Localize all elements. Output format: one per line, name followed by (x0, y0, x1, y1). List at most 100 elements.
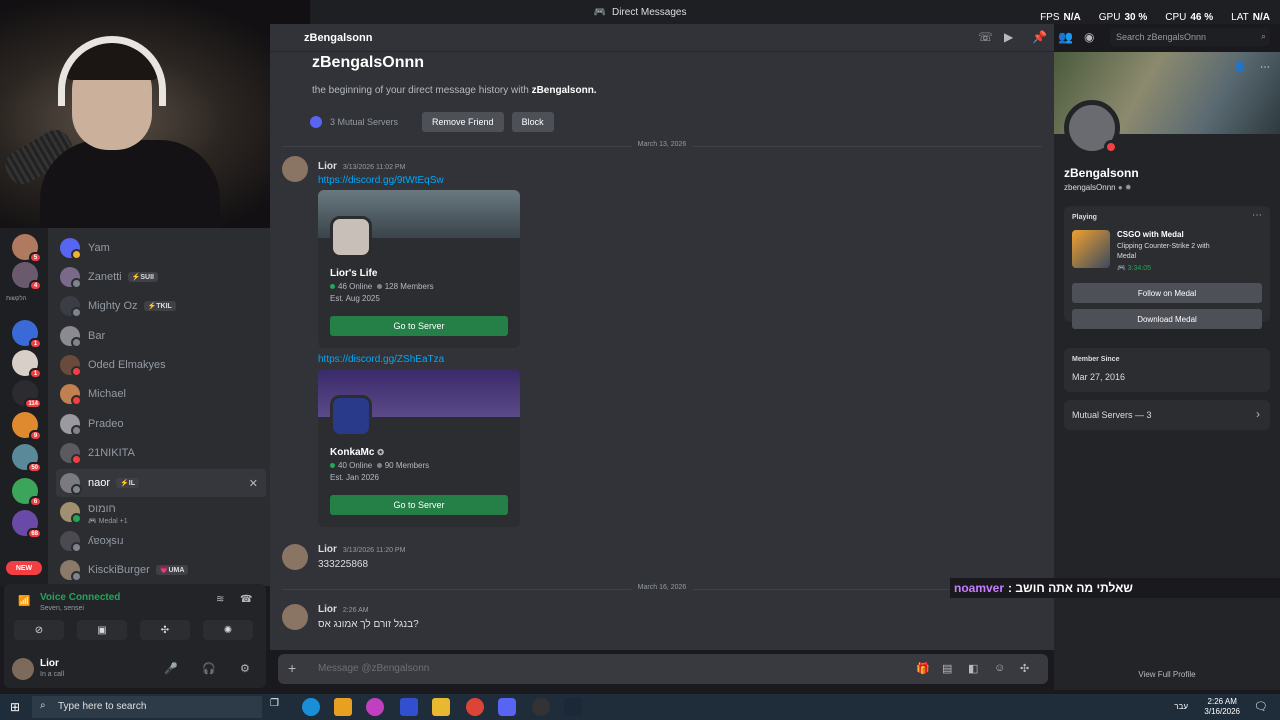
dm-item[interactable]: 21NIKITA (56, 439, 266, 467)
profile-icon[interactable]: ◉ (1084, 30, 1094, 44)
dm-name: Oded Elmakyes (88, 359, 166, 371)
voice-channel[interactable]: Seven, sensei (40, 605, 84, 612)
download-medal-button[interactable]: Download Medal (1072, 309, 1262, 329)
mic-icon[interactable]: 🎤 (164, 662, 178, 675)
follow-on-medal-button[interactable]: Follow on Medal (1072, 283, 1262, 303)
discord-taskbar-icon[interactable] (498, 698, 516, 716)
server-icon[interactable]: 5 (12, 234, 42, 263)
user-name[interactable]: Lior (40, 658, 59, 669)
gif-icon[interactable]: ▤ (942, 662, 952, 675)
office-icon[interactable] (400, 698, 418, 716)
dm-item[interactable]: Mighty Oz ⚡TKIL (56, 292, 266, 320)
server-icon[interactable]: 9 (12, 412, 42, 441)
pin-icon[interactable]: 📌 (1032, 30, 1047, 44)
dm-item[interactable]: ʎɐoʞsıɹ (56, 527, 266, 555)
windows-start-icon[interactable]: ⊞ (10, 700, 20, 714)
server-icon[interactable]: 1 (12, 350, 42, 379)
mutual-servers-row[interactable]: Mutual Servers — 3 › (1064, 400, 1270, 430)
game-description: Clipping Counter-Strike 2 with Medal (1117, 243, 1210, 260)
dm-item[interactable]: Yam (56, 234, 266, 262)
search-icon: ⌕ (40, 700, 46, 711)
task-view-icon[interactable]: ❐ (270, 698, 288, 716)
invite-server-name: KonkaMc ✪ (330, 447, 384, 458)
invite-stats: 40 Online 90 Members (330, 461, 429, 470)
voice-call-icon[interactable]: ☏ (978, 30, 993, 44)
view-full-profile-link[interactable]: View Full Profile (1054, 670, 1280, 679)
server-icon[interactable]: 1 (12, 320, 42, 349)
invite-card: KonkaMc ✪ 40 Online 90 Members Est. Jan … (318, 369, 520, 527)
message-author[interactable]: Lior 3/13/2026 11:02 PM (318, 161, 405, 172)
game-elapsed: 🎮 3:34:05 (1117, 265, 1152, 272)
video-call-icon[interactable]: ▶ (1004, 30, 1013, 44)
server-icon[interactable]: 6 (12, 478, 42, 507)
dm-item-selected[interactable]: naor ⚡IL ✕ (56, 469, 266, 497)
disconnect-icon[interactable]: ☎ (240, 594, 252, 605)
sticker-icon[interactable]: ◧ (968, 662, 978, 675)
dm-item[interactable]: Michael (56, 380, 266, 408)
soundboard-icon[interactable]: ✺ (203, 620, 253, 640)
apps-icon[interactable]: ✣ (1020, 662, 1029, 675)
clock[interactable]: 2:26 AM 3/16/2026 (1204, 697, 1240, 717)
activities-icon[interactable]: ✣ (140, 620, 190, 640)
server-icon[interactable]: 50 (12, 444, 42, 473)
add-friend-icon[interactable]: 👤 (1234, 62, 1246, 73)
chat-header-name[interactable]: zBengalsonn (304, 32, 372, 44)
block-button[interactable]: Block (511, 112, 554, 132)
language-indicator[interactable]: עבר (1174, 702, 1188, 711)
emoji-icon[interactable]: ☺ (994, 662, 1005, 674)
notifications-icon[interactable]: 🗨 (1254, 700, 1268, 713)
search-input[interactable]: Search zBengalsOnnn ⌕ (1110, 28, 1270, 46)
message-avatar[interactable] (282, 604, 308, 630)
screen-share-icon[interactable]: ▣ (77, 620, 127, 640)
message-author[interactable]: Lior 3/13/2026 11:20 PM (318, 544, 405, 555)
voice-status[interactable]: Voice Connected (40, 592, 120, 603)
go-to-server-button[interactable]: Go to Server (330, 316, 508, 336)
gift-icon[interactable]: 🎁 (916, 662, 930, 675)
dm-name: Mighty Oz (88, 300, 138, 312)
invite-link[interactable]: https://discord.gg/9tWtEqSw (318, 175, 444, 186)
unread-badge: 1 (29, 368, 42, 379)
more-icon[interactable]: ⋯ (1252, 210, 1262, 221)
avatar (60, 267, 82, 289)
headphones-icon[interactable]: 🎧 (202, 662, 216, 675)
dm-item[interactable]: חומוס 🎮 Medal +1 (56, 498, 266, 526)
invite-established: Est. Jan 2026 (330, 473, 379, 482)
remove-friend-button[interactable]: Remove Friend (422, 112, 504, 132)
server-icon[interactable]: 114 (12, 380, 42, 409)
chrome-icon[interactable] (466, 698, 484, 716)
edge-icon[interactable] (302, 698, 320, 716)
file-explorer-icon[interactable] (432, 698, 450, 716)
steam-icon[interactable] (564, 698, 582, 716)
dm-item[interactable]: KisckiBurger 💗UMA (56, 556, 266, 584)
message-author[interactable]: Lior 2:26 AM (318, 604, 369, 615)
gear-icon[interactable]: ⚙ (240, 662, 250, 675)
message-avatar[interactable] (282, 156, 308, 182)
noise-suppression-icon[interactable]: ≋ (216, 594, 224, 605)
invite-server-icon (330, 216, 372, 258)
mutual-servers-link[interactable]: 3 Mutual Servers (330, 117, 398, 127)
copilot-icon[interactable] (366, 698, 384, 716)
signal-icon[interactable]: 📶 (18, 596, 30, 607)
add-friends-icon[interactable]: 👥 (1058, 30, 1073, 44)
intro-name: zBengalsOnnn (312, 54, 425, 71)
taskbar-search[interactable]: ⌕ Type here to search (32, 696, 262, 718)
dm-item[interactable]: Pradeo (56, 410, 266, 438)
close-icon[interactable]: ✕ (249, 477, 258, 490)
dm-item[interactable]: Zanetti ⚡SUII (56, 263, 266, 291)
invite-link[interactable]: https://discord.gg/ZShEaTza (318, 354, 444, 365)
dm-item[interactable]: Oded Elmakyes (56, 351, 266, 379)
obs-icon[interactable] (532, 698, 550, 716)
store-icon[interactable] (334, 698, 352, 716)
go-to-server-button[interactable]: Go to Server (330, 495, 508, 515)
date-divider: March 13, 2026 (282, 141, 1042, 148)
user-avatar[interactable] (12, 658, 34, 680)
server-icon[interactable]: 68 (12, 510, 42, 539)
camera-off-icon[interactable]: ⊘ (14, 620, 64, 640)
mutual-server-icon (310, 116, 322, 128)
dm-item[interactable]: Bar (56, 322, 266, 350)
more-icon[interactable]: ⋯ (1260, 62, 1270, 73)
message-avatar[interactable] (282, 544, 308, 570)
message-input[interactable]: + Message @zBengalsonn 🎁 ▤ ◧ ☺ ✣ (278, 654, 1048, 684)
add-attachment-icon[interactable]: + (288, 660, 296, 676)
server-icon[interactable]: 4 (12, 262, 42, 291)
